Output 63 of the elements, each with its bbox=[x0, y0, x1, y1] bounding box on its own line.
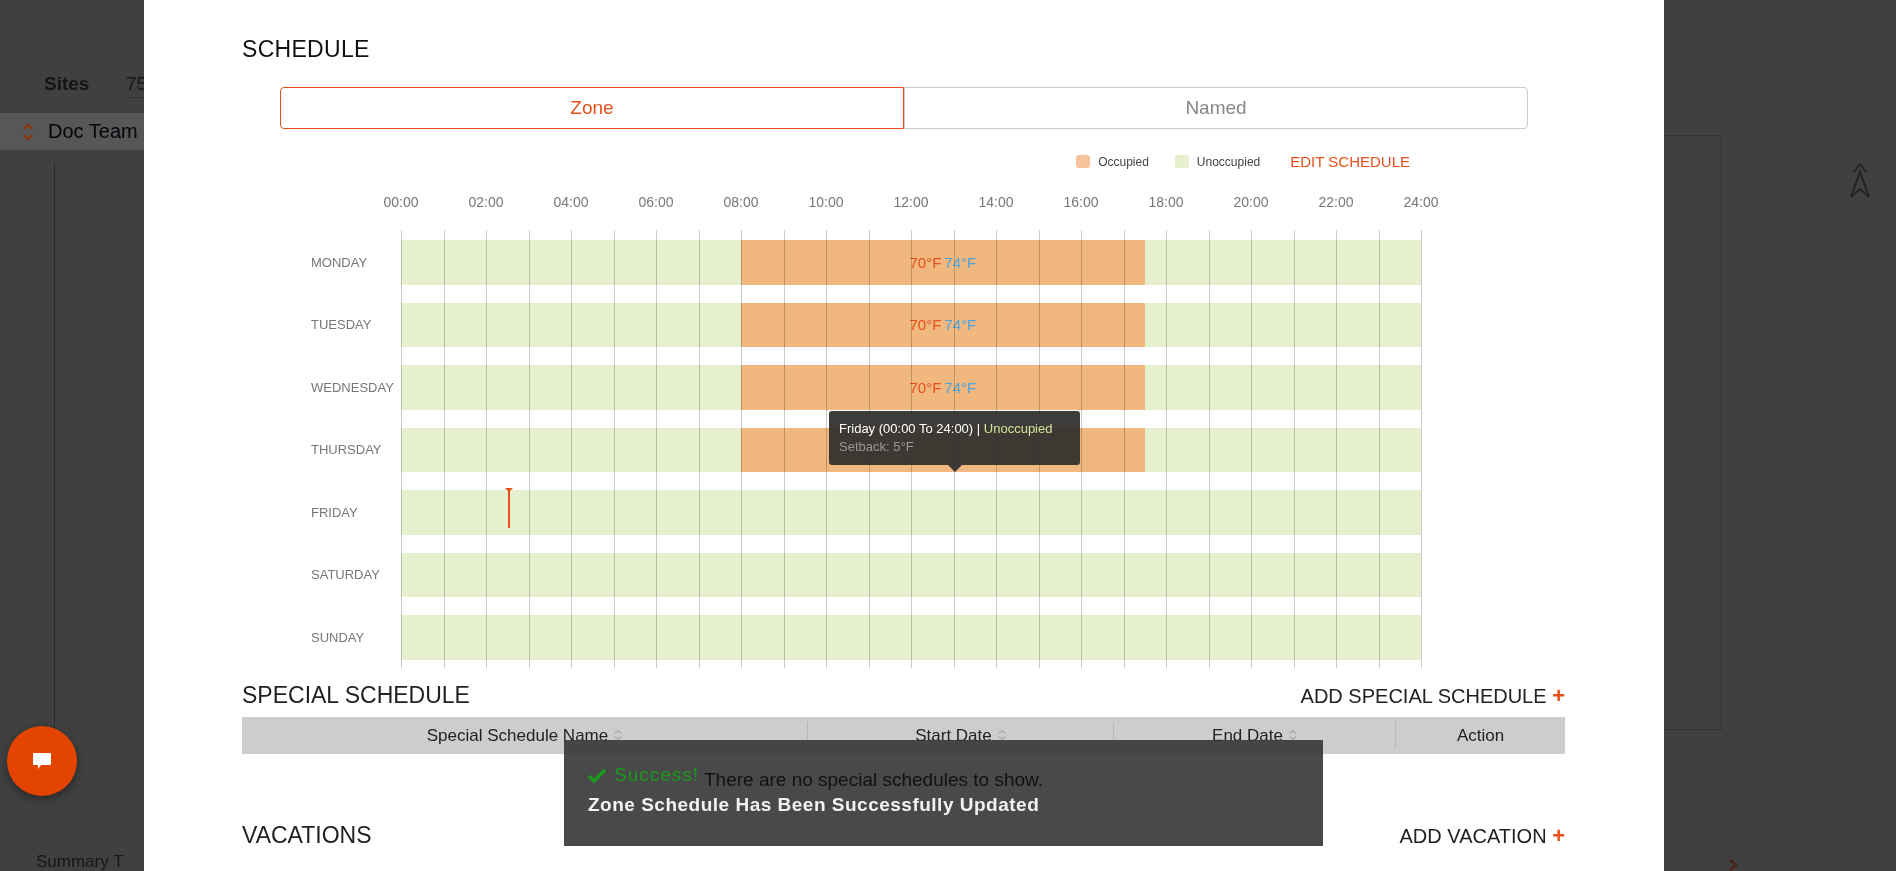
cool-setpoint: 74°F bbox=[944, 316, 977, 334]
cool-setpoint: 74°F bbox=[944, 378, 977, 396]
time-label: 24:00 bbox=[1403, 194, 1439, 210]
tab[interactable]: Named bbox=[904, 87, 1528, 129]
sort-arrows-icon bbox=[22, 121, 34, 142]
time-label: 16:00 bbox=[1063, 194, 1099, 210]
edit-schedule-link[interactable]: EDIT SCHEDULE bbox=[1290, 153, 1410, 170]
tooltip-detail: Setback: 5°F bbox=[839, 439, 915, 454]
add-vacation-link[interactable]: ADD VACATION + bbox=[1399, 822, 1565, 849]
time-label: 06:00 bbox=[638, 194, 674, 210]
toast-status: Success! bbox=[614, 764, 700, 786]
heat-setpoint: 70°F bbox=[909, 378, 942, 396]
time-label: 22:00 bbox=[1318, 194, 1354, 210]
unoccupied-block[interactable] bbox=[401, 427, 741, 472]
time-label: 04:00 bbox=[553, 194, 589, 210]
day-label: TUESDAY bbox=[311, 317, 373, 333]
heat-setpoint: 70°F bbox=[909, 253, 942, 271]
tab[interactable]: Zone bbox=[280, 87, 904, 129]
day-schedule-bar[interactable]: 70°F 74°F bbox=[401, 302, 1421, 347]
sort-icon bbox=[997, 729, 1006, 741]
site-name: Doc Team bbox=[48, 120, 138, 143]
time-label: 12:00 bbox=[893, 194, 929, 210]
chevron-right-icon[interactable] bbox=[1728, 858, 1738, 871]
time-label: 20:00 bbox=[1233, 194, 1269, 210]
toast-message: Zone Schedule Has Been Successfully Updated bbox=[588, 794, 1041, 816]
day-label: WEDNESDAY bbox=[311, 379, 395, 395]
sort-icon bbox=[1288, 729, 1297, 741]
legend-label: Occupied bbox=[1098, 154, 1149, 169]
sort-icon bbox=[614, 729, 623, 741]
time-label: 14:00 bbox=[978, 194, 1014, 210]
unoccupied-block[interactable] bbox=[401, 302, 741, 347]
day-schedule-bar[interactable] bbox=[401, 552, 1421, 597]
tooltip-title: Friday (00:00 To 24:00) | bbox=[839, 421, 981, 436]
section-title: SCHEDULE bbox=[242, 36, 371, 63]
day-label: THURSDAY bbox=[311, 442, 383, 458]
site-row[interactable]: Doc Team bbox=[0, 113, 144, 150]
checkmark-icon bbox=[588, 767, 606, 783]
tooltip-status: Unoccupied bbox=[983, 421, 1053, 436]
time-label: 02:00 bbox=[468, 194, 504, 210]
day-label: SATURDAY bbox=[311, 567, 381, 583]
day-label: SUNDAY bbox=[311, 629, 366, 645]
chat-button[interactable] bbox=[7, 726, 77, 796]
empty-message: There are no special schedules to show. bbox=[704, 769, 1043, 791]
heat-setpoint: 70°F bbox=[909, 316, 942, 334]
column-header: Action bbox=[1455, 724, 1506, 747]
time-label: 08:00 bbox=[723, 194, 759, 210]
day-schedule-bar[interactable]: 70°F 74°F bbox=[401, 240, 1421, 285]
day-schedule-bar[interactable]: 70°F 74°F bbox=[401, 365, 1421, 410]
day-schedule-bar[interactable] bbox=[401, 490, 1421, 535]
cool-setpoint: 74°F bbox=[944, 253, 977, 271]
day-label: FRIDAY bbox=[311, 504, 359, 520]
time-label: 10:00 bbox=[808, 194, 844, 210]
legend-label: Unoccupied bbox=[1196, 154, 1261, 169]
day-schedule-bar[interactable] bbox=[401, 615, 1421, 660]
day-label: MONDAY bbox=[311, 254, 369, 270]
add-special-schedule-link[interactable]: ADD SPECIAL SCHEDULE + bbox=[1300, 682, 1565, 709]
section-title: VACATIONS bbox=[242, 821, 372, 849]
time-label: 18:00 bbox=[1148, 194, 1184, 210]
unoccupied-block[interactable] bbox=[401, 365, 741, 410]
chat-bubble-icon bbox=[32, 752, 52, 770]
time-label: 00:00 bbox=[383, 194, 419, 210]
section-title: SPECIAL SCHEDULE bbox=[242, 681, 470, 709]
unoccupied-block[interactable] bbox=[401, 240, 741, 285]
